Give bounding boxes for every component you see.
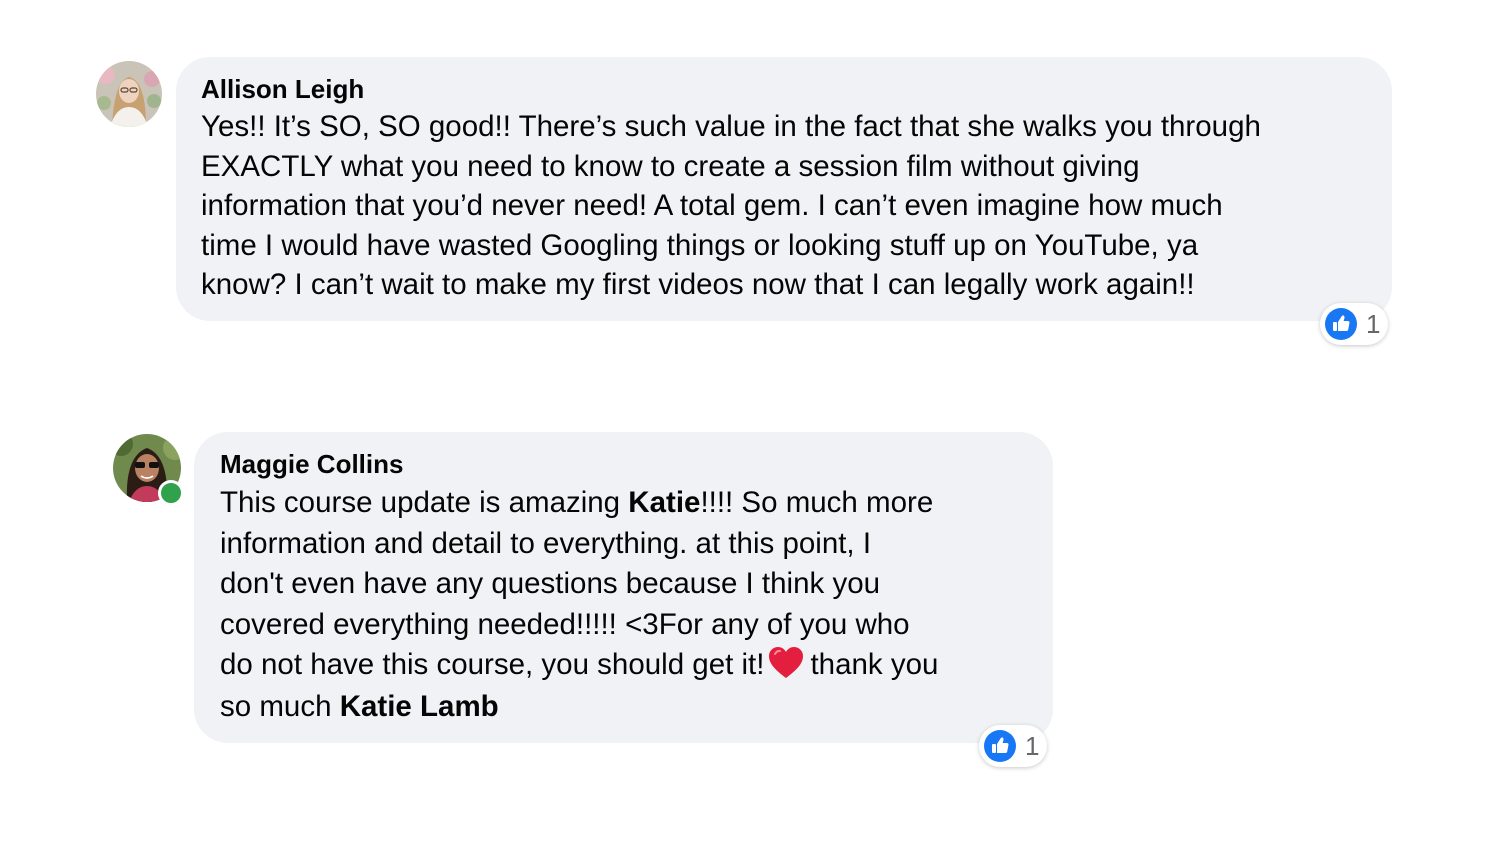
comment-text: This course update is amazing Katie!!!! … [220, 483, 938, 727]
comment-text-segment: !!!! So much more [700, 486, 934, 519]
comment-line: information and detail to everything. at… [220, 526, 872, 560]
author-name[interactable]: Allison Leigh [201, 74, 364, 104]
like-icon [1325, 308, 1357, 340]
comment-line: information that you’d never need! A tot… [201, 189, 1223, 223]
comment-line: EXACTLY what you need to know to create … [201, 149, 1140, 183]
reaction-count: 1 [1366, 308, 1381, 339]
comment-line: covered everything needed!!!!! <3For any… [220, 607, 910, 641]
avatar[interactable] [96, 61, 162, 127]
comment-line: don't even have any questions because I … [220, 567, 881, 600]
comment-line: This course update is amazing Katie!!!! … [220, 483, 938, 524]
heart-emoji-icon [769, 647, 804, 678]
mention-link[interactable]: Katie Lamb [340, 690, 499, 723]
like-icon [984, 730, 1016, 762]
profile-photo-icon [96, 61, 162, 127]
comment-text-segment: thank you [810, 648, 939, 681]
author-name[interactable]: Maggie Collins [220, 449, 403, 479]
comment-line: know? I can’t wait to make my first vide… [201, 268, 1195, 302]
comment-line: time I would have wasted Googling things… [201, 228, 1199, 262]
comment-text-segment: This course update is amazing [220, 486, 629, 519]
comment-line: so much Katie Lamb [220, 687, 938, 728]
comment-line: do not have this course, you should get … [220, 645, 938, 686]
comment-text-segment: so much [220, 689, 340, 723]
reaction-summary[interactable]: 1 [979, 725, 1048, 767]
reaction-count: 1 [1025, 730, 1040, 761]
comment-line: Yes!! It’s SO, SO good!! There’s such va… [201, 110, 1261, 143]
comment-text: Yes!! It’s SO, SO good!! There’s such va… [201, 107, 1261, 305]
online-status-indicator [158, 480, 184, 506]
mention-link[interactable]: Katie [628, 486, 700, 519]
comment-text-segment: do not have this course, you should get … [220, 648, 765, 681]
reaction-summary[interactable]: 1 [1320, 303, 1389, 345]
